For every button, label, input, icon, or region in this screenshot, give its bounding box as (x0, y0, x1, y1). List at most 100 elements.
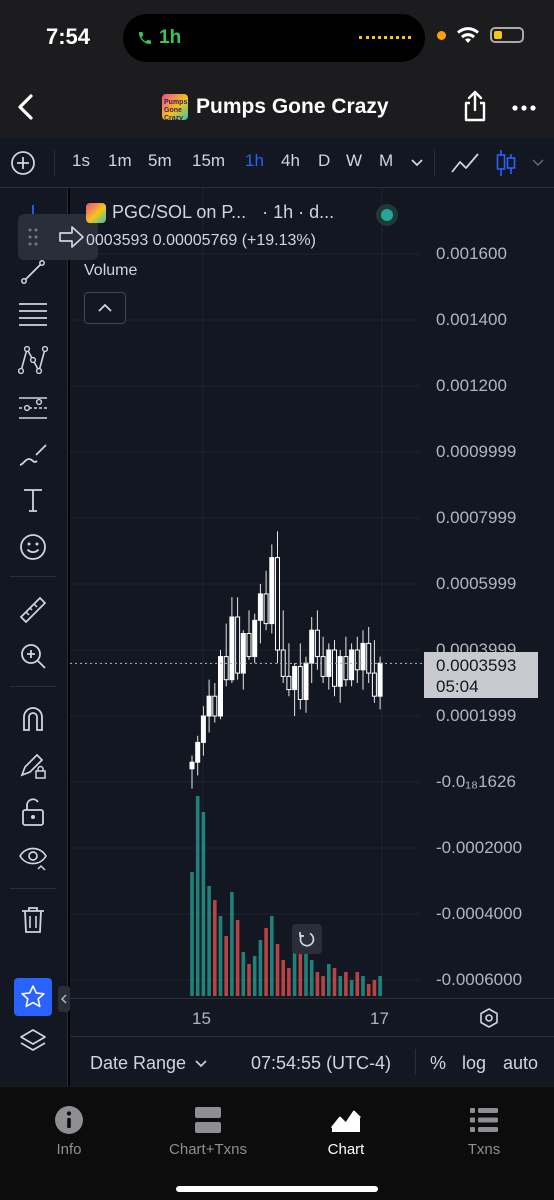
candle-body (240, 633, 246, 674)
interval-m[interactable]: M (379, 151, 393, 171)
log-toggle[interactable]: log (462, 1053, 486, 1074)
lock-drawings-tool[interactable] (15, 748, 51, 784)
reset-icon (299, 932, 315, 947)
status-bar: 7:54 1h (0, 0, 554, 76)
magnet-icon (23, 707, 43, 731)
interval-1m[interactable]: 1m (108, 151, 132, 171)
reset-chart-button[interactable] (292, 924, 322, 954)
interval-1s[interactable]: 1s (72, 151, 90, 171)
y-tick-label: 0.001400 (436, 310, 507, 329)
volume-bar (258, 940, 263, 996)
candle-body (377, 662, 383, 697)
text-tool[interactable] (15, 482, 51, 518)
market-status-indicator[interactable] (376, 204, 398, 226)
candle-body (366, 642, 372, 674)
volume-bar (332, 968, 337, 996)
chart-type-dropdown-icon[interactable] (532, 158, 544, 168)
phone-icon (139, 32, 151, 44)
x-axis[interactable]: 15 17 (70, 998, 554, 1036)
candle-body (320, 656, 326, 677)
settings-icon[interactable] (478, 1007, 500, 1029)
nav-title-group: Pumps Gone Crazy Pumps Gone Crazy (162, 94, 389, 120)
collapse-toolbar-icon[interactable] (58, 986, 70, 1012)
candles-type-icon[interactable] (494, 148, 518, 178)
y-tick-label: -0.0002000 (436, 838, 523, 857)
tab-chart-txns[interactable]: Chart+Txns (148, 1105, 268, 1158)
y-tick-label: -0.0006000 (436, 970, 523, 989)
interval-1h[interactable]: 1h (245, 151, 264, 171)
share-icon[interactable] (462, 90, 488, 122)
chart-toolbar: 1s 1m 5m 15m 1h 4h D W M (0, 138, 554, 188)
brush-tool[interactable] (15, 438, 51, 474)
volume-bar (241, 952, 246, 996)
candle-body (297, 666, 303, 700)
hide-drawings-tool[interactable] (15, 840, 51, 876)
drag-handle-icon[interactable] (28, 228, 38, 246)
magnet-tool[interactable] (15, 700, 51, 736)
wifi-icon (457, 27, 479, 43)
candle-body (314, 629, 320, 658)
volume-bar (344, 972, 348, 996)
timezone-clock[interactable]: 07:54:55 (UTC-4) (251, 1053, 391, 1074)
remove-drawings-tool[interactable] (15, 902, 51, 938)
volume-bar (281, 960, 285, 996)
forecast-tool[interactable] (15, 390, 51, 426)
star-icon (21, 985, 45, 1008)
candle-body (246, 633, 252, 658)
emoji-tool[interactable] (15, 529, 51, 565)
volume-bar (304, 948, 308, 996)
volume-bar (378, 976, 382, 996)
add-symbol-icon[interactable] (10, 150, 36, 176)
collapse-legend-button[interactable] (84, 292, 126, 324)
candle-body (269, 557, 275, 625)
pattern-tool[interactable] (15, 342, 51, 378)
ruler-icon (19, 596, 47, 624)
date-range-button[interactable]: Date Range (90, 1053, 207, 1074)
candle-body (223, 656, 229, 681)
zoom-tool[interactable] (15, 638, 51, 674)
candle-body (332, 649, 337, 687)
volume-bar (264, 928, 268, 996)
volume-label[interactable]: Volume (84, 262, 137, 280)
arrow-right-icon[interactable] (58, 224, 86, 250)
candle-body (349, 649, 355, 681)
interval-d[interactable]: D (318, 151, 330, 171)
fib-tool[interactable] (15, 296, 51, 332)
tab-info[interactable]: Info (9, 1105, 129, 1158)
audio-waveform-icon (359, 36, 411, 40)
dynamic-island[interactable]: 1h (123, 14, 425, 62)
candle-body (275, 557, 280, 651)
tab-txns[interactable]: Txns (424, 1105, 544, 1158)
home-indicator[interactable] (176, 1186, 378, 1192)
candle-body (309, 629, 315, 664)
volume-bar (372, 980, 377, 996)
tab-chart[interactable]: Chart (286, 1105, 406, 1158)
eye-icon (19, 847, 47, 871)
favorites-button[interactable] (14, 978, 52, 1016)
candle-body (200, 715, 206, 743)
measure-tool[interactable] (15, 592, 51, 628)
interval-w[interactable]: W (346, 151, 362, 171)
y-tick-label: 0.0007999 (436, 508, 517, 527)
chart-legend: PGC/SOL on P... · 1h · d... 0003593 0.00… (86, 202, 334, 249)
layers-icon (20, 1029, 46, 1051)
interval-15m[interactable]: 15m (192, 151, 225, 171)
chevron-up-icon (98, 303, 112, 312)
interval-4h[interactable]: 4h (281, 151, 300, 171)
candle-body (354, 649, 360, 671)
page-title: Pumps Gone Crazy (196, 95, 389, 118)
volume-bar (224, 936, 228, 996)
object-tree-tool[interactable] (15, 1024, 51, 1060)
interval-5m[interactable]: 5m (148, 151, 172, 171)
list-icon (470, 1108, 498, 1132)
legend-interval: · 1h · d... (262, 202, 335, 222)
y-tick-label: 0.0005999 (436, 574, 517, 593)
more-icon[interactable] (512, 104, 536, 112)
indicators-icon[interactable] (450, 150, 480, 176)
lock-all-tool[interactable] (15, 794, 51, 830)
legend-title[interactable]: PGC/SOL on P... · 1h · d... (86, 202, 334, 223)
back-chevron-icon[interactable] (16, 94, 36, 120)
chevron-down-icon[interactable] (410, 158, 424, 168)
auto-toggle[interactable]: auto (503, 1053, 538, 1074)
percent-toggle[interactable]: % (430, 1053, 446, 1074)
